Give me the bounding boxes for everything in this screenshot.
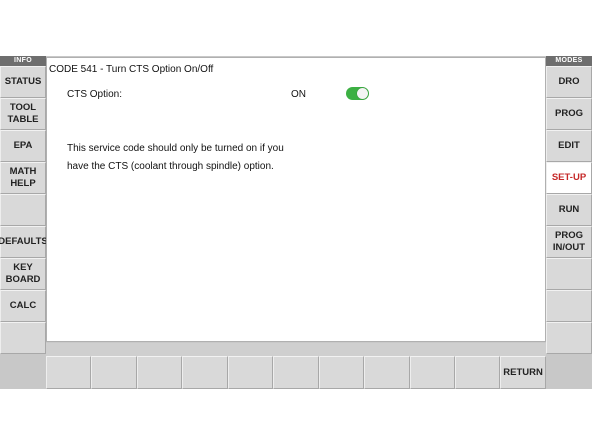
- blank-info-button-1[interactable]: [0, 194, 46, 226]
- softkey-8[interactable]: [364, 356, 410, 389]
- calc-button[interactable]: CALC: [0, 290, 46, 322]
- blank-mode-button-1[interactable]: [546, 258, 592, 290]
- softkey-7[interactable]: [318, 356, 365, 389]
- prog-in-out-button[interactable]: PROG IN/OUT: [546, 226, 592, 258]
- prog-button[interactable]: PROG: [546, 98, 592, 130]
- info-header: INFO: [0, 56, 46, 66]
- description-text: This service code should only be turned …: [67, 143, 284, 172]
- status-button[interactable]: STATUS: [0, 66, 46, 98]
- keyboard-button[interactable]: KEY BOARD: [0, 258, 46, 290]
- dro-button[interactable]: DRO: [546, 66, 592, 98]
- run-button[interactable]: RUN: [546, 194, 592, 226]
- softkey-4[interactable]: [182, 356, 228, 389]
- softkey-9[interactable]: [409, 356, 455, 389]
- softkey-5[interactable]: [227, 356, 274, 389]
- info-panel: INFO STATUS TOOL TABLE EPA MATH HELP DEF…: [0, 56, 48, 389]
- cts-option-label: CTS Option:: [67, 89, 123, 100]
- epa-button[interactable]: EPA: [0, 130, 46, 162]
- bottom-softkey-bar: RETURN: [46, 356, 546, 389]
- blank-mode-button-3[interactable]: [546, 322, 592, 354]
- softkey-3[interactable]: [136, 356, 183, 389]
- blank-info-button-2[interactable]: [0, 322, 46, 354]
- softkey-10[interactable]: [454, 356, 501, 389]
- status-strip: [46, 343, 546, 356]
- defaults-button[interactable]: DEFAULTS: [0, 226, 48, 258]
- blank-mode-button-2[interactable]: [546, 290, 592, 322]
- softkey-1[interactable]: [46, 356, 92, 389]
- main-panel: CODE 541 - Turn CTS Option On/Off CTS Op…: [46, 57, 546, 342]
- cts-option-value: ON: [291, 89, 306, 100]
- modes-header: MODES: [546, 56, 592, 66]
- edit-button[interactable]: EDIT: [546, 130, 592, 162]
- return-button[interactable]: RETURN: [500, 356, 546, 389]
- softkey-2[interactable]: [91, 356, 137, 389]
- softkey-6[interactable]: [273, 356, 319, 389]
- page-title: CODE 541 - Turn CTS Option On/Off: [49, 64, 214, 75]
- modes-panel: MODES DRO PROG EDIT SET-UP RUN PROG IN/O…: [546, 56, 592, 389]
- cts-option-toggle[interactable]: [346, 87, 369, 100]
- tool-table-button[interactable]: TOOL TABLE: [0, 98, 46, 130]
- setup-button[interactable]: SET-UP: [546, 162, 592, 194]
- toggle-knob: [357, 88, 368, 99]
- cnc-screen: INFO STATUS TOOL TABLE EPA MATH HELP DEF…: [0, 56, 592, 389]
- math-help-button[interactable]: MATH HELP: [0, 162, 46, 194]
